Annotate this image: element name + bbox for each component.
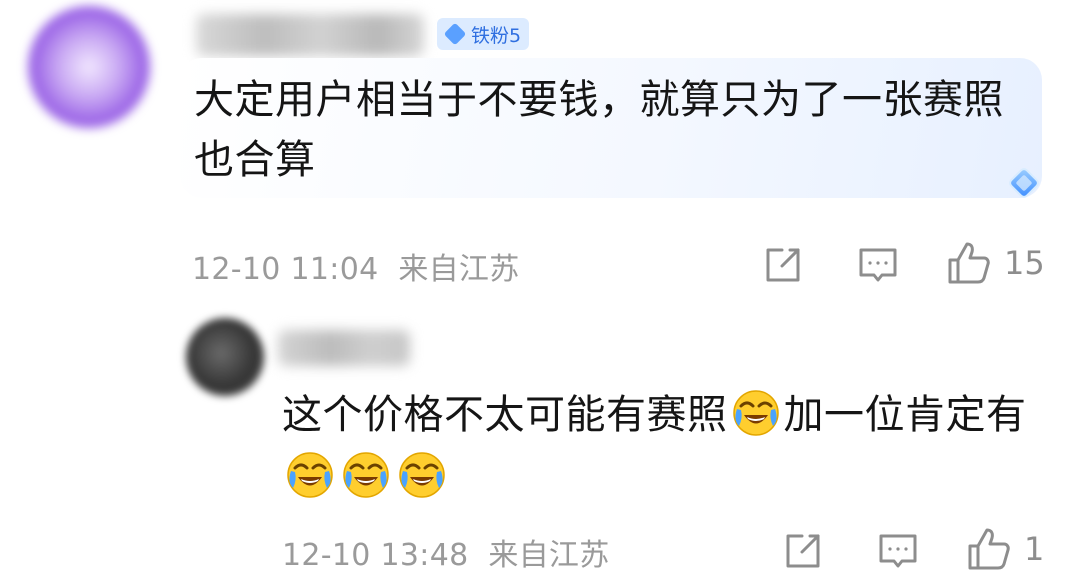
comment-text: 大定用户相当于不要钱，就算只为了一张赛照也合算 — [194, 77, 1004, 183]
reply-avatar[interactable] — [186, 318, 264, 396]
reply-icon[interactable] — [857, 244, 899, 286]
diamond-icon — [443, 22, 467, 46]
location: 来自江苏 — [488, 538, 610, 573]
laugh-cry-emoji-icon — [399, 452, 445, 498]
avatar[interactable] — [28, 6, 150, 128]
share-icon[interactable] — [782, 530, 824, 572]
reply-text-part1: 这个价格不太可能有赛照 — [282, 392, 728, 438]
reply-text: 这个价格不太可能有赛照 加一位肯定有 — [282, 384, 1042, 508]
reply-meta: 12-10 13:48 来自江苏 — [282, 530, 610, 574]
share-icon[interactable] — [762, 244, 804, 286]
diamond-decoration-icon — [1009, 168, 1039, 198]
reply-text-part2: 加一位肯定有 — [783, 392, 1027, 438]
comment-meta: 12-10 11:04 来自江苏 — [192, 244, 520, 288]
timestamp: 12-10 13:48 — [282, 538, 469, 573]
location: 来自江苏 — [398, 252, 520, 287]
fan-badge: 铁粉5 — [437, 18, 530, 50]
timestamp: 12-10 11:04 — [192, 252, 379, 287]
reply-username-blurred[interactable] — [278, 330, 410, 366]
laugh-cry-emoji-icon — [343, 452, 389, 498]
laugh-cry-emoji-icon — [732, 390, 779, 436]
fan-badge-label: 铁粉5 — [471, 24, 522, 47]
thumbs-up-icon[interactable] — [946, 240, 992, 286]
like-count: 1 — [1024, 530, 1045, 568]
like-count: 15 — [1004, 244, 1045, 282]
laugh-cry-emoji-icon — [287, 452, 333, 498]
reply-icon[interactable] — [877, 530, 919, 572]
thumbs-up-icon[interactable] — [966, 526, 1012, 572]
username-blurred[interactable] — [196, 14, 424, 56]
